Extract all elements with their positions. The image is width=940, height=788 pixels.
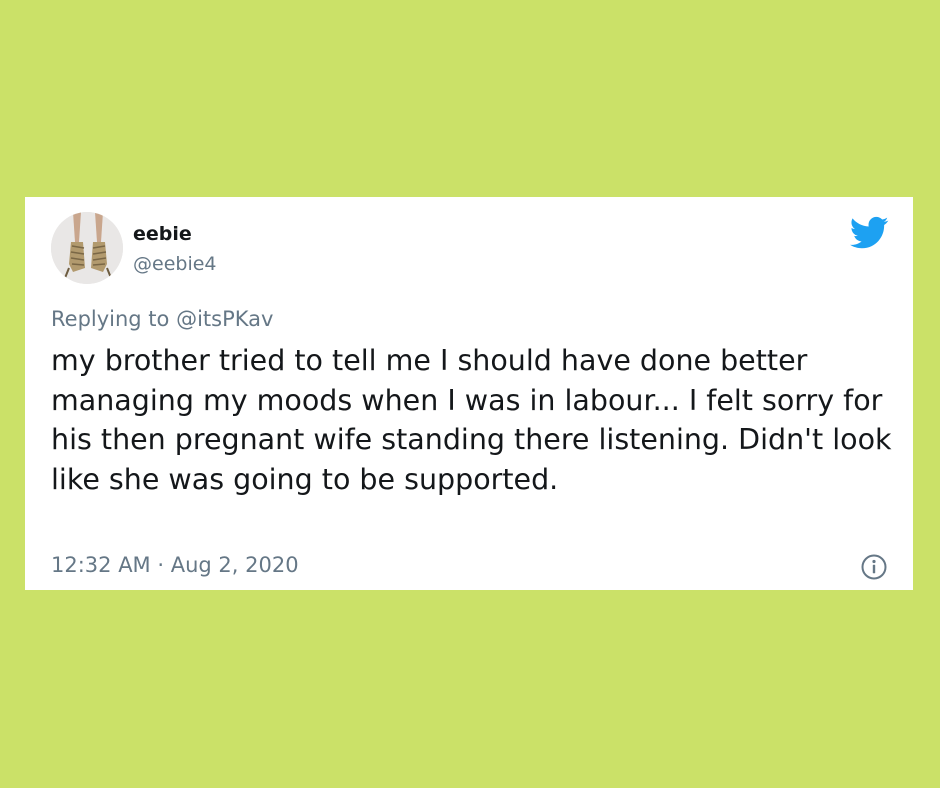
avatar[interactable] [51,212,123,284]
tweet-date[interactable]: Aug 2, 2020 [171,553,299,577]
info-icon[interactable] [861,554,887,580]
page-background: { "tweet": { "display_name": "eebie", "h… [0,0,940,788]
timestamp-separator: · [150,553,171,577]
tweet-card: eebie @eebie4 Replying to @itsPKav my br… [25,197,913,590]
tweet-text: my brother tried to tell me I should hav… [51,344,892,496]
tweet-timestamp[interactable]: 12:32 AM · Aug 2, 2020 [51,551,299,579]
tweet-time[interactable]: 12:32 AM [51,553,151,577]
user-handle[interactable]: @eebie4 [133,252,217,276]
replying-to-line[interactable]: Replying to @itsPKav [51,305,273,333]
display-name[interactable]: eebie [133,222,192,246]
twitter-bird-icon[interactable] [849,216,889,250]
